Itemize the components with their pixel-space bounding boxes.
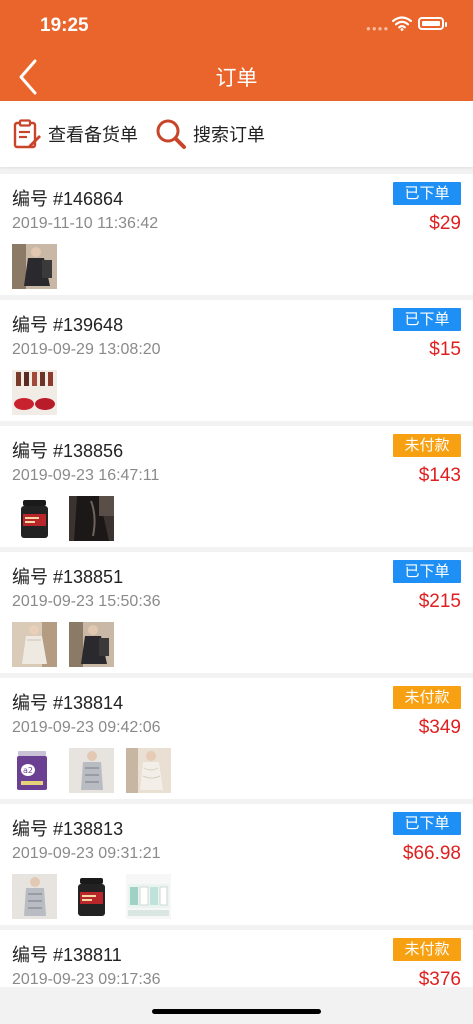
- product-thumbnail-milk-formula-can-photo[interactable]: a2: [12, 748, 57, 793]
- order-price: $66.98: [402, 843, 461, 864]
- cellular-signal-icon: ●●●●: [366, 24, 390, 33]
- product-thumbnail-dark-garment-photo[interactable]: [69, 496, 114, 541]
- order-card[interactable]: 编号 #139648 2019-09-29 13:08:20 已下单 $15: [0, 300, 473, 421]
- order-price: $29: [429, 213, 461, 234]
- search-icon: [156, 119, 186, 149]
- order-card[interactable]: 编号 #138814 2019-09-23 09:42:06 未付款 $349 a2: [0, 678, 473, 799]
- page-title: 订单: [215, 67, 258, 90]
- order-card[interactable]: 编号 #146864 2019-11-10 11:36:42 已下单 $29: [0, 174, 473, 295]
- wifi-icon: [392, 16, 412, 31]
- product-thumbnail-skincare-box-photo[interactable]: [126, 874, 171, 919]
- order-time: 2019-09-23 09:17:36: [12, 971, 161, 987]
- order-toolbar: 查看备货单 搜索订单: [0, 101, 473, 167]
- product-thumbnail-dress-photo-dark[interactable]: [12, 244, 57, 289]
- order-time: 2019-09-23 15:50:36: [12, 593, 161, 610]
- order-number: 编号 #138814: [12, 693, 124, 713]
- order-time: 2019-09-23 09:31:21: [12, 845, 161, 862]
- order-time: 2019-09-23 16:47:11: [12, 467, 160, 484]
- order-card[interactable]: 编号 #138813 2019-09-23 09:31:21 已下单 $66.98: [0, 804, 473, 925]
- order-status-badge: 已下单: [393, 182, 461, 205]
- search-order-button[interactable]: 搜索订单: [155, 101, 265, 167]
- product-thumbnail-supplement-jar-photo[interactable]: [69, 874, 114, 919]
- home-indicator: [152, 1009, 321, 1014]
- order-status-badge: 未付款: [393, 938, 461, 961]
- order-card[interactable]: 编号 #138811 2019-09-23 09:17:36 未付款 $376: [0, 930, 473, 987]
- order-number: 编号 #138851: [12, 567, 124, 587]
- product-thumbnail-supplement-jar-photo[interactable]: [12, 496, 57, 541]
- battery-icon: [418, 17, 447, 30]
- order-list: 编号 #146864 2019-11-10 11:36:42 已下单 $29 编号 #1…: [0, 174, 473, 987]
- order-status-badge: 已下单: [393, 812, 461, 835]
- order-number: 编号 #146864: [12, 189, 124, 209]
- order-price: $376: [418, 969, 461, 987]
- order-price: $15: [429, 339, 461, 360]
- bottom-safe-area: [0, 987, 473, 1024]
- order-status-badge: 未付款: [393, 686, 461, 709]
- order-price: $349: [418, 717, 461, 738]
- order-status-badge: 已下单: [393, 560, 461, 583]
- order-price: $215: [418, 591, 461, 612]
- order-price: $143: [418, 465, 461, 486]
- order-time: 2019-09-23 09:42:06: [12, 719, 161, 736]
- clipboard-icon: [13, 119, 41, 149]
- order-card[interactable]: 编号 #138856 2019-09-23 16:47:11 未付款 $143: [0, 426, 473, 547]
- order-status-badge: 未付款: [393, 434, 461, 457]
- product-thumbnail-dress-photo-light[interactable]: [12, 622, 57, 667]
- order-time: 2019-09-29 13:08:20: [12, 341, 161, 358]
- order-card[interactable]: 编号 #138851 2019-09-23 15:50:36 已下单 $215: [0, 552, 473, 673]
- product-thumbnail-silver-outfit-photo[interactable]: [12, 874, 57, 919]
- product-thumbnail-lace-dress-photo[interactable]: [126, 748, 171, 793]
- app-header: 19:25 ●●●● 订单: [0, 0, 473, 101]
- order-status-badge: 已下单: [393, 308, 461, 331]
- svg-text:a2: a2: [23, 766, 33, 775]
- order-time: 2019-11-10 11:36:42: [12, 215, 159, 232]
- product-thumbnail-lipstick-photo[interactable]: [12, 370, 57, 415]
- order-number: 编号 #138811: [12, 945, 122, 965]
- order-number: 编号 #138856: [12, 441, 124, 461]
- order-number: 编号 #138813: [12, 819, 124, 839]
- order-number: 编号 #139648: [12, 315, 124, 335]
- stock-list-label: 查看备货单: [48, 125, 138, 145]
- search-order-label: 搜索订单: [193, 125, 265, 145]
- product-thumbnail-silver-outfit-photo[interactable]: [69, 748, 114, 793]
- status-time: 19:25: [40, 15, 89, 36]
- stock-list-button[interactable]: 查看备货单: [12, 101, 138, 167]
- product-thumbnail-dress-photo-dark[interactable]: [69, 622, 114, 667]
